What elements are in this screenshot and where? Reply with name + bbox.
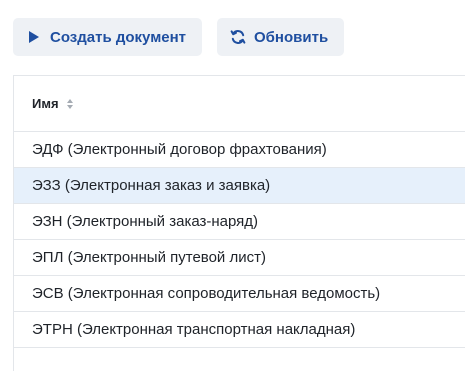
table-body: ЭДФ (Электронный договор фрахтования) ЭЗ…	[14, 132, 465, 348]
row-name: ЭЗН (Электронный заказ-наряд)	[32, 213, 259, 230]
table-row[interactable]: ЭЗЗ (Электронная заказ и заявка)	[14, 168, 465, 204]
row-name: ЭДФ (Электронный договор фрахтования)	[32, 141, 327, 158]
table-row[interactable]: ЭЗН (Электронный заказ-наряд)	[14, 204, 465, 240]
create-document-label: Создать документ	[50, 28, 187, 46]
table-header[interactable]: Имя	[14, 76, 465, 132]
row-name: ЭЗЗ (Электронная заказ и заявка)	[32, 177, 271, 194]
row-name: ЭПЛ (Электронный путевой лист)	[32, 249, 266, 266]
table-row[interactable]: ЭСВ (Электронная сопроводительная ведомо…	[14, 276, 465, 312]
create-document-button[interactable]: Создать документ	[13, 18, 202, 56]
refresh-label: Обновить	[254, 28, 329, 46]
column-header-name[interactable]: Имя	[32, 96, 59, 111]
refresh-button[interactable]: Обновить	[217, 18, 344, 56]
table-row[interactable]: ЭТРН (Электронная транспортная накладная…	[14, 312, 465, 348]
refresh-icon	[230, 29, 246, 45]
table-row[interactable]: ЭДФ (Электронный договор фрахтования)	[14, 132, 465, 168]
table-row[interactable]: ЭПЛ (Электронный путевой лист)	[14, 240, 465, 276]
documents-table: Имя ЭДФ (Электронный договор фрахтования…	[13, 75, 465, 371]
row-name: ЭТРН (Электронная транспортная накладная…	[32, 321, 356, 338]
sort-icon[interactable]	[66, 98, 74, 110]
play-icon	[28, 30, 40, 44]
row-name: ЭСВ (Электронная сопроводительная ведомо…	[32, 285, 381, 302]
toolbar: Создать документ Обновить	[0, 0, 465, 75]
